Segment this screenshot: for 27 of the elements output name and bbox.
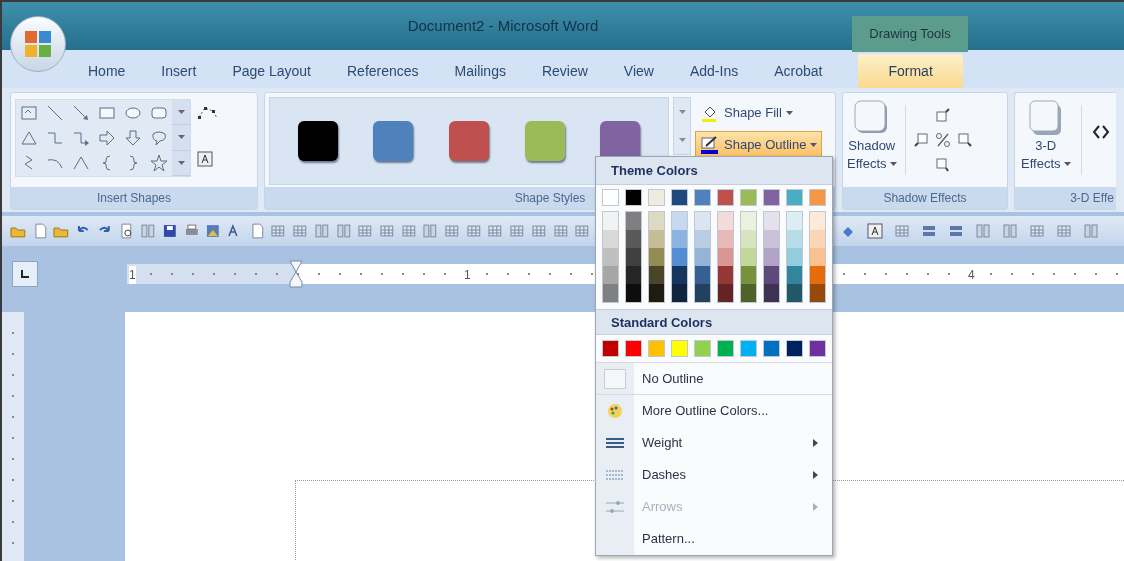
menu-heading: Standard Colors [596,309,832,335]
shape-outline-button[interactable]: Shape Outline [695,131,823,159]
window-title: Document2 - Microsoft Word [407,15,599,36]
menu-item[interactable]: More Outline Colors... [596,395,832,427]
shadow-effects-button[interactable]: Shadow Effects [847,99,897,173]
group-label: 3-D Effe [1015,187,1116,209]
ruler-number: 1 [129,266,136,284]
ribbon-tab[interactable]: View [611,54,666,88]
ribbon-tab[interactable]: Page Layout [220,54,323,88]
menu-item[interactable]: Pattern... [596,523,832,555]
ribbon-tab[interactable]: References [335,54,431,88]
ribbon-tab[interactable]: Add-Ins [677,54,751,88]
ribbon-tab[interactable]: Format [858,54,963,88]
group-label: Shadow Effects [843,187,1007,209]
menu-item[interactable]: No Outline [596,363,832,395]
menu-item[interactable]: Weight [596,427,832,459]
3d-effects-button[interactable]: 3-D Effects [1021,99,1071,173]
shape-fill-button[interactable]: Shape Fill [695,99,823,127]
ribbon-tab[interactable]: Mailings [442,54,518,88]
menu-item[interactable]: Dashes [596,459,832,491]
contextual-tab-group-label: Drawing Tools [852,16,968,52]
ribbon-tab[interactable]: Home [76,54,138,88]
ribbon-tab[interactable]: Review [529,54,600,88]
ribbon-tab[interactable]: Acrobat [762,54,835,88]
group-label: Insert Shapes [11,187,257,209]
menu-heading: Theme Colors [596,157,832,185]
ribbon-tab[interactable]: Insert [149,54,209,88]
